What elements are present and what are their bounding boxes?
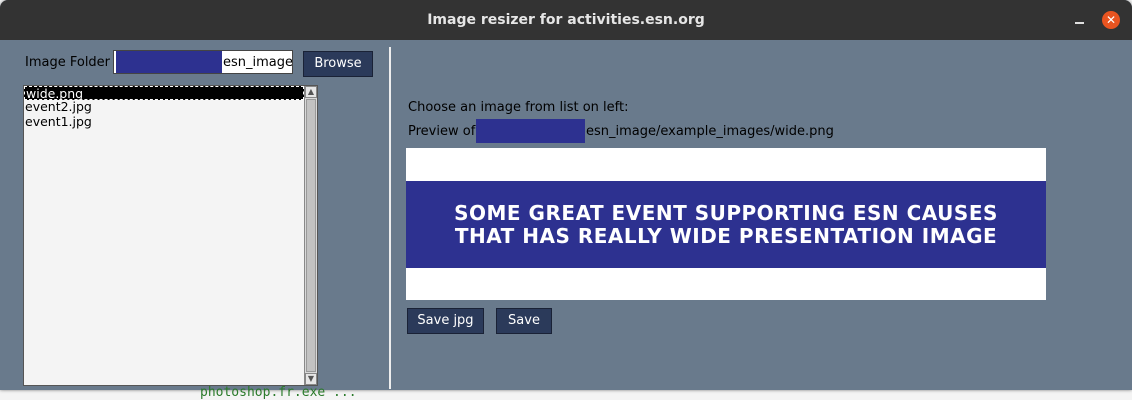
save-button[interactable]: Save: [496, 308, 552, 334]
file-listbox[interactable]: wide.png event2.jpg event1.jpg ▲ ▼: [23, 85, 318, 386]
background-terminal-text-bottom: photoshop.fr.exe ...: [200, 385, 357, 400]
scroll-thumb[interactable]: [306, 99, 316, 372]
save-jpg-button[interactable]: Save jpg: [407, 308, 484, 334]
list-scrollbar[interactable]: ▲ ▼: [304, 86, 317, 385]
app-window: Image resizer for activities.esn.org ✕ I…: [0, 0, 1132, 390]
image-folder-label: Image Folder: [25, 55, 111, 70]
browse-button[interactable]: Browse: [303, 51, 373, 77]
preview-of-label: Preview of:: [408, 124, 480, 139]
redacted-path-block: [116, 51, 222, 73]
preview-path: esn_image/example_images/wide.png: [586, 124, 834, 139]
list-item[interactable]: wide.png: [24, 86, 304, 101]
image-preview: SOME GREAT EVENT SUPPORTING ESN CAUSES T…: [406, 148, 1046, 300]
scroll-up-arrow-icon[interactable]: ▲: [305, 86, 317, 98]
title-bar: Image resizer for activities.esn.org ✕: [0, 0, 1132, 40]
banner-line-2: THAT HAS REALLY WIDE PRESENTATION IMAGE: [454, 223, 998, 248]
image-folder-value: esn_image/(: [223, 55, 293, 70]
preview-banner: SOME GREAT EVENT SUPPORTING ESN CAUSES T…: [406, 181, 1046, 268]
choose-image-label: Choose an image from list on left:: [408, 100, 629, 115]
close-icon[interactable]: ✕: [1102, 11, 1120, 29]
window-title: Image resizer for activities.esn.org: [427, 12, 705, 28]
scroll-down-arrow-icon[interactable]: ▼: [305, 373, 317, 385]
redacted-preview-path-block: [476, 119, 585, 143]
main-content: Image Folder esn_image/( Browse wide.png…: [0, 40, 1132, 390]
panel-divider: [389, 47, 391, 389]
banner-line-1: SOME GREAT EVENT SUPPORTING ESN CAUSES: [454, 200, 998, 225]
image-folder-input[interactable]: esn_image/(: [113, 50, 293, 74]
list-item[interactable]: event2.jpg: [24, 100, 92, 114]
list-item[interactable]: event1.jpg: [24, 115, 92, 129]
minimize-icon[interactable]: [1073, 12, 1087, 26]
